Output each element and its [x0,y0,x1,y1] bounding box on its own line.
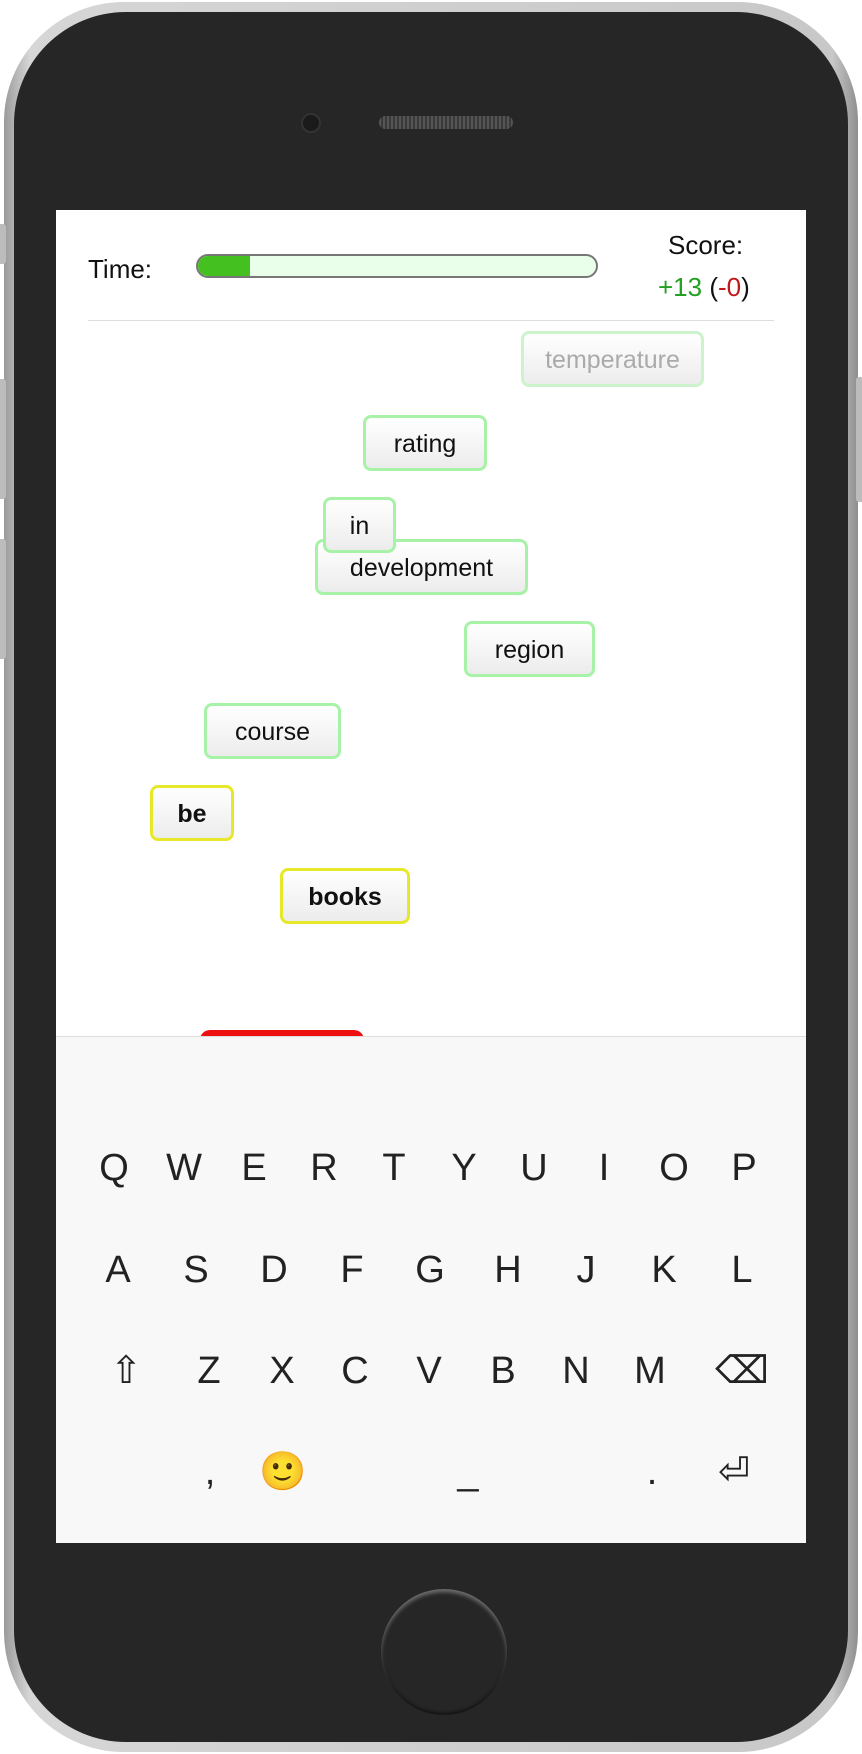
key-d[interactable]: D [244,1235,304,1305]
key-underscore[interactable]: _ [438,1437,498,1507]
key-k[interactable]: K [634,1235,694,1305]
key-w[interactable]: W [154,1133,214,1203]
volume-down-button [0,539,6,659]
mute-switch [0,224,6,264]
key-u[interactable]: U [504,1133,564,1203]
key-c[interactable]: C [325,1336,385,1406]
key-i[interactable]: I [574,1133,634,1203]
key-period[interactable]: . [622,1437,682,1507]
key-o[interactable]: O [644,1133,704,1203]
key-h[interactable]: H [478,1235,538,1305]
game-screen: Time: Score: +13 (-0) temperature rating… [56,210,806,1543]
front-camera [301,113,321,133]
falling-word: rating [363,415,487,471]
time-label: Time: [88,254,153,284]
score-label: Score: [668,230,744,260]
key-t[interactable]: T [364,1133,424,1203]
volume-up-button [0,379,6,499]
backspace-key-icon[interactable]: ⌫ [704,1336,780,1406]
falling-word: be [150,785,234,841]
key-v[interactable]: V [399,1336,459,1406]
enter-key-icon[interactable]: ⏎ [704,1437,764,1507]
key-g[interactable]: G [400,1235,460,1305]
score-paren-open: ( [709,272,719,302]
key-s[interactable]: S [166,1235,226,1305]
score-wrong: -0 [718,272,742,302]
key-r[interactable]: R [294,1133,354,1203]
emoji-key-icon[interactable]: 🙂 [253,1437,313,1507]
key-j[interactable]: J [556,1235,616,1305]
header-divider [88,320,774,321]
shift-key-icon[interactable]: ⇧ [96,1336,156,1406]
score-value: +13 (-0) [658,272,750,303]
key-z[interactable]: Z [179,1336,239,1406]
falling-word: region [464,621,595,677]
score-correct: +13 [658,272,703,302]
key-a[interactable]: A [88,1235,148,1305]
key-comma[interactable]: , [180,1437,240,1507]
home-button[interactable] [381,1589,507,1715]
key-y[interactable]: Y [434,1133,494,1203]
falling-word: course [204,703,341,759]
score-paren-close: ) [741,272,750,302]
key-l[interactable]: L [712,1235,772,1305]
key-p[interactable]: P [714,1133,774,1203]
key-q[interactable]: Q [84,1133,144,1203]
key-f[interactable]: F [322,1235,382,1305]
power-button [856,377,862,502]
key-n[interactable]: N [546,1336,606,1406]
key-x[interactable]: X [252,1336,312,1406]
time-progress-fill [198,256,250,276]
falling-word: books [280,868,410,924]
earpiece-speaker [379,116,513,129]
key-e[interactable]: E [224,1133,284,1203]
key-b[interactable]: B [473,1336,533,1406]
falling-word: in [323,497,396,553]
falling-word: temperature [521,331,704,387]
time-progress-bar [196,254,598,278]
keyboard: Q W E R T Y U I O P A S D F G H J K L ⇧ … [56,1036,806,1543]
key-m[interactable]: M [620,1336,680,1406]
